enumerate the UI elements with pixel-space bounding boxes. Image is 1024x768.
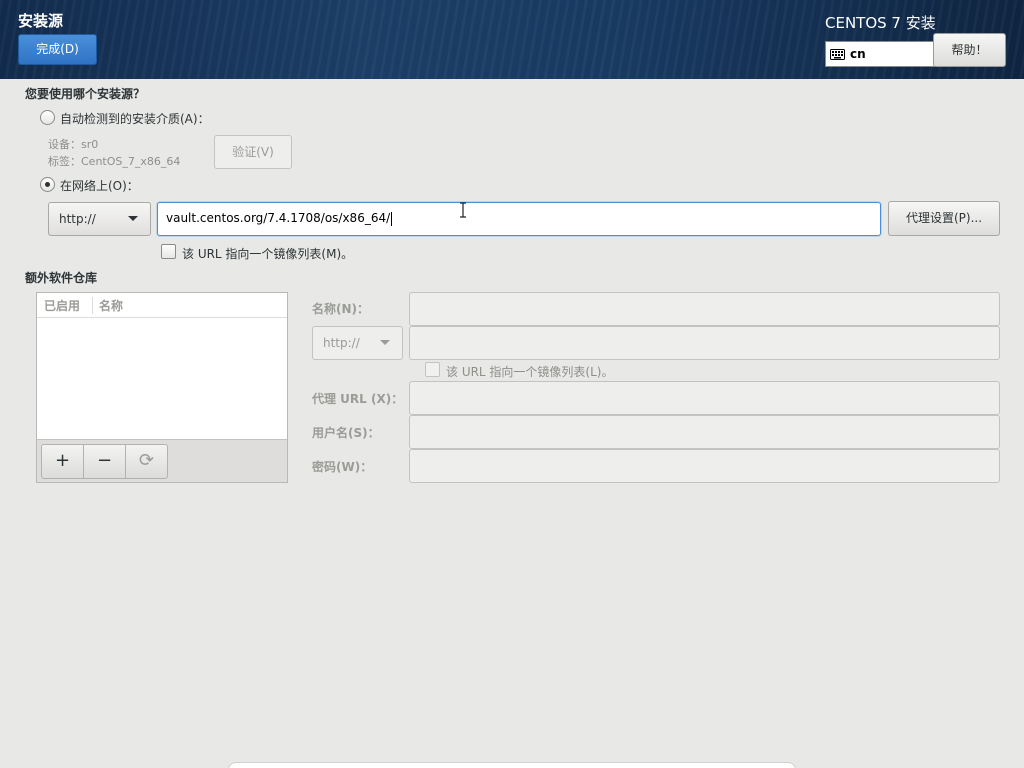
- auto-detect-label[interactable]: 自动检测到的安装介质(A)：: [60, 110, 210, 127]
- repos-section-title: 额外软件仓库: [25, 271, 98, 285]
- product-title: CENTOS 7 安装: [825, 14, 936, 32]
- repo-protocol-value: http://: [323, 336, 360, 350]
- auto-detect-radio[interactable]: [40, 110, 55, 125]
- network-radio[interactable]: [40, 177, 55, 192]
- repo-mirror-checkbox[interactable]: [425, 362, 440, 377]
- proxy-settings-button[interactable]: 代理设置(P)...: [888, 201, 1000, 236]
- url-input[interactable]: vault.centos.org/7.4.1708/os/x86_64/: [157, 202, 881, 236]
- done-button[interactable]: 完成(D): [18, 34, 97, 65]
- repo-password-label: 密码(W)：: [312, 460, 373, 474]
- keyboard-icon: [830, 48, 845, 60]
- repo-toolbar: + − ⟳: [37, 439, 287, 482]
- keyboard-layout-label: cn: [850, 47, 866, 61]
- mirror-list-label[interactable]: 该 URL 指向一个镜像列表(M)。: [182, 245, 353, 262]
- repo-proxy-url-input[interactable]: [409, 381, 1000, 415]
- protocol-dropdown[interactable]: http://: [48, 202, 151, 236]
- chevron-down-icon: [380, 340, 390, 345]
- help-button[interactable]: 帮助！: [933, 33, 1006, 67]
- keyboard-layout-indicator[interactable]: cn: [825, 41, 935, 67]
- repo-list[interactable]: 已启用 名称 + − ⟳: [36, 292, 288, 483]
- repo-password-input[interactable]: [409, 449, 1000, 483]
- device-info: 设备：sr0: [48, 138, 99, 151]
- column-name[interactable]: 名称: [99, 297, 123, 314]
- repo-list-header: 已启用 名称: [37, 293, 287, 318]
- text-caret: [391, 211, 393, 226]
- column-divider: [92, 297, 93, 314]
- add-repo-button[interactable]: +: [41, 444, 84, 479]
- source-question: 您要使用哪个安装源？: [25, 87, 146, 101]
- verify-button[interactable]: 验证(V): [214, 135, 292, 169]
- repo-protocol-dropdown[interactable]: http://: [312, 326, 403, 360]
- bottom-info-bar: [228, 762, 796, 768]
- repo-name-label: 名称(N)：: [312, 302, 370, 316]
- chevron-down-icon: [128, 216, 138, 221]
- protocol-value: http://: [59, 212, 96, 226]
- page-title: 安装源: [18, 12, 64, 30]
- refresh-repo-button[interactable]: ⟳: [125, 444, 168, 479]
- repo-mirror-label[interactable]: 该 URL 指向一个镜像列表(L)。: [446, 363, 614, 380]
- repo-name-input[interactable]: [409, 292, 1000, 326]
- repo-username-label: 用户名(S)：: [312, 426, 380, 440]
- remove-repo-button[interactable]: −: [83, 444, 126, 479]
- media-label-info: 标签：CentOS_7_x86_64: [48, 155, 181, 168]
- column-enabled[interactable]: 已启用: [44, 297, 80, 314]
- repo-proxy-url-label: 代理 URL (X)：: [312, 392, 404, 406]
- url-value: vault.centos.org/7.4.1708/os/x86_64/: [166, 211, 391, 225]
- repo-username-input[interactable]: [409, 415, 1000, 449]
- mirror-list-checkbox[interactable]: [161, 244, 176, 259]
- text-cursor-icon: [460, 202, 466, 218]
- network-label[interactable]: 在网络上(O)：: [60, 177, 139, 194]
- repo-url-input[interactable]: [409, 326, 1000, 360]
